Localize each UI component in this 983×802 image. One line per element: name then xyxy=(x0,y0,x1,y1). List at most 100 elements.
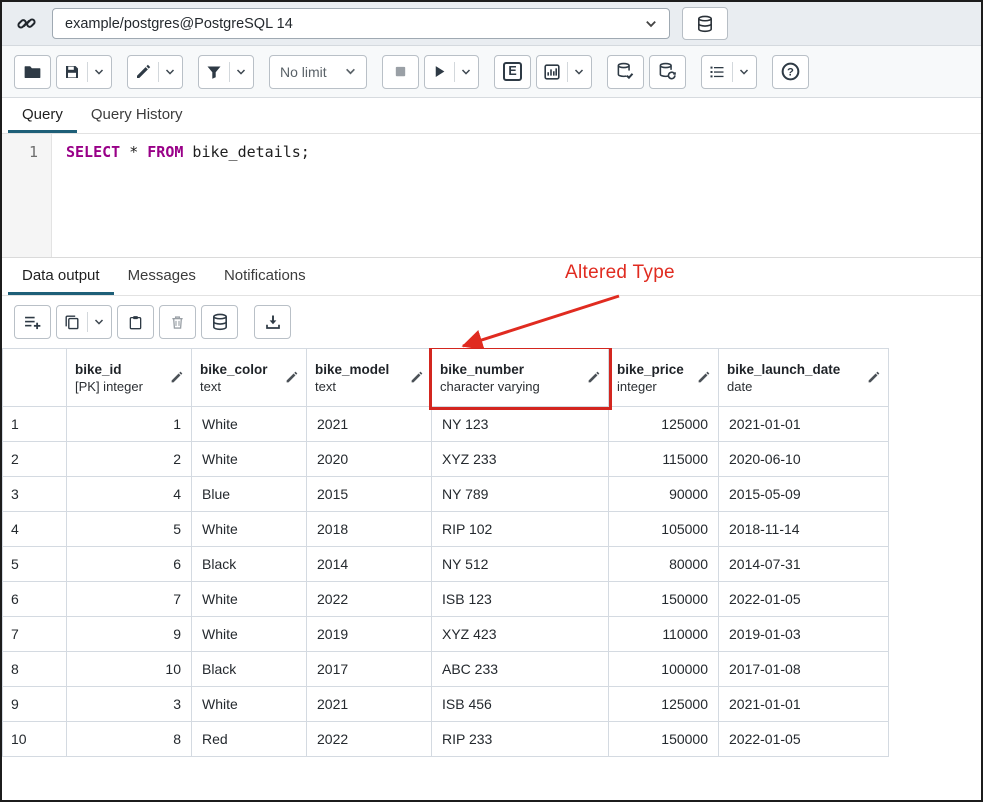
cell-bike_price[interactable]: 115000 xyxy=(609,442,719,477)
cell-bike_model[interactable]: 2022 xyxy=(307,722,432,757)
cell-bike_price[interactable]: 110000 xyxy=(609,617,719,652)
cell-bike_model[interactable]: 2021 xyxy=(307,687,432,722)
cell-bike_model[interactable]: 2020 xyxy=(307,442,432,477)
sql-editor[interactable]: 1 SELECT * FROM bike_details; xyxy=(2,134,981,258)
cell-bike_price[interactable]: 125000 xyxy=(609,407,719,442)
cell-bike_number[interactable]: XYZ 423 xyxy=(432,617,609,652)
delete-row-button[interactable] xyxy=(159,305,196,339)
tab-query-history[interactable]: Query History xyxy=(77,98,197,133)
open-file-button[interactable] xyxy=(14,55,51,89)
row-limit-select[interactable]: No limit xyxy=(269,55,367,89)
cell-bike_id[interactable]: 9 xyxy=(67,617,192,652)
cell-bike_launch_date[interactable]: 2021-01-01 xyxy=(719,407,889,442)
commit-button[interactable] xyxy=(607,55,644,89)
cell-bike_price[interactable]: 150000 xyxy=(609,582,719,617)
cell-bike_price[interactable]: 90000 xyxy=(609,477,719,512)
column-header-bike_number[interactable]: bike_numbercharacter varying xyxy=(432,349,609,407)
cell-bike_color[interactable]: Blue xyxy=(192,477,307,512)
cell-bike_launch_date[interactable]: 2014-07-31 xyxy=(719,547,889,582)
copy-button[interactable] xyxy=(56,305,112,339)
cell-bike_model[interactable]: 2018 xyxy=(307,512,432,547)
tab-data-output[interactable]: Data output xyxy=(8,258,114,295)
row-number-cell[interactable]: 8 xyxy=(3,652,67,687)
grid-corner-cell[interactable] xyxy=(3,349,67,407)
tab-messages[interactable]: Messages xyxy=(114,258,210,295)
cell-bike_launch_date[interactable]: 2020-06-10 xyxy=(719,442,889,477)
cell-bike_id[interactable]: 1 xyxy=(67,407,192,442)
cell-bike_color[interactable]: White xyxy=(192,512,307,547)
row-number-cell[interactable]: 9 xyxy=(3,687,67,722)
cell-bike_model[interactable]: 2022 xyxy=(307,582,432,617)
column-header-bike_launch_date[interactable]: bike_launch_datedate xyxy=(719,349,889,407)
cell-bike_number[interactable]: ABC 233 xyxy=(432,652,609,687)
save-button[interactable] xyxy=(56,55,112,89)
cell-bike_color[interactable]: White xyxy=(192,617,307,652)
cell-bike_price[interactable]: 100000 xyxy=(609,652,719,687)
cell-bike_number[interactable]: XYZ 233 xyxy=(432,442,609,477)
cell-bike_id[interactable]: 5 xyxy=(67,512,192,547)
cell-bike_launch_date[interactable]: 2015-05-09 xyxy=(719,477,889,512)
macros-button[interactable] xyxy=(701,55,757,89)
cell-bike_number[interactable]: NY 789 xyxy=(432,477,609,512)
tab-notifications[interactable]: Notifications xyxy=(210,258,320,295)
cell-bike_color[interactable]: White xyxy=(192,407,307,442)
row-number-cell[interactable]: 1 xyxy=(3,407,67,442)
cell-bike_color[interactable]: White xyxy=(192,442,307,477)
cell-bike_color[interactable]: White xyxy=(192,582,307,617)
cell-bike_launch_date[interactable]: 2019-01-03 xyxy=(719,617,889,652)
cell-bike_model[interactable]: 2014 xyxy=(307,547,432,582)
cell-bike_color[interactable]: White xyxy=(192,687,307,722)
column-header-bike_model[interactable]: bike_modeltext xyxy=(307,349,432,407)
cell-bike_price[interactable]: 125000 xyxy=(609,687,719,722)
paste-button[interactable] xyxy=(117,305,154,339)
cell-bike_id[interactable]: 4 xyxy=(67,477,192,512)
cell-bike_launch_date[interactable]: 2018-11-14 xyxy=(719,512,889,547)
row-number-cell[interactable]: 2 xyxy=(3,442,67,477)
cell-bike_color[interactable]: Red xyxy=(192,722,307,757)
cell-bike_number[interactable]: RIP 102 xyxy=(432,512,609,547)
cell-bike_price[interactable]: 150000 xyxy=(609,722,719,757)
tab-query[interactable]: Query xyxy=(8,98,77,133)
cell-bike_id[interactable]: 7 xyxy=(67,582,192,617)
column-header-bike_id[interactable]: bike_id[PK] integer xyxy=(67,349,192,407)
cell-bike_model[interactable]: 2015 xyxy=(307,477,432,512)
help-button[interactable]: ? xyxy=(772,55,809,89)
row-number-cell[interactable]: 5 xyxy=(3,547,67,582)
cell-bike_model[interactable]: 2019 xyxy=(307,617,432,652)
cell-bike_number[interactable]: NY 123 xyxy=(432,407,609,442)
cell-bike_number[interactable]: NY 512 xyxy=(432,547,609,582)
column-header-bike_price[interactable]: bike_priceinteger xyxy=(609,349,719,407)
download-button[interactable] xyxy=(254,305,291,339)
cell-bike_model[interactable]: 2021 xyxy=(307,407,432,442)
chevron-down-icon[interactable] xyxy=(229,62,246,82)
cancel-query-button[interactable] xyxy=(382,55,419,89)
row-number-cell[interactable]: 7 xyxy=(3,617,67,652)
execute-button[interactable] xyxy=(424,55,479,89)
rollback-button[interactable] xyxy=(649,55,686,89)
chevron-down-icon[interactable] xyxy=(567,62,584,82)
chevron-down-icon[interactable] xyxy=(87,312,104,332)
row-number-cell[interactable]: 6 xyxy=(3,582,67,617)
chevron-down-icon[interactable] xyxy=(454,62,471,82)
chevron-down-icon[interactable] xyxy=(158,62,175,82)
cell-bike_id[interactable]: 3 xyxy=(67,687,192,722)
edit-button[interactable] xyxy=(127,55,183,89)
new-connection-button[interactable] xyxy=(682,7,728,40)
cell-bike_id[interactable]: 6 xyxy=(67,547,192,582)
chevron-down-icon[interactable] xyxy=(732,62,749,82)
cell-bike_number[interactable]: ISB 123 xyxy=(432,582,609,617)
row-number-cell[interactable]: 4 xyxy=(3,512,67,547)
connection-selector[interactable]: example/postgres@PostgreSQL 14 xyxy=(52,8,670,39)
cell-bike_number[interactable]: RIP 233 xyxy=(432,722,609,757)
cell-bike_color[interactable]: Black xyxy=(192,547,307,582)
cell-bike_color[interactable]: Black xyxy=(192,652,307,687)
filter-button[interactable] xyxy=(198,55,254,89)
add-row-button[interactable] xyxy=(14,305,51,339)
explain-button[interactable]: E xyxy=(494,55,531,89)
cell-bike_launch_date[interactable]: 2017-01-08 xyxy=(719,652,889,687)
row-number-cell[interactable]: 3 xyxy=(3,477,67,512)
explain-analyze-button[interactable] xyxy=(536,55,592,89)
save-data-button[interactable] xyxy=(201,305,238,339)
cell-bike_price[interactable]: 80000 xyxy=(609,547,719,582)
cell-bike_id[interactable]: 8 xyxy=(67,722,192,757)
